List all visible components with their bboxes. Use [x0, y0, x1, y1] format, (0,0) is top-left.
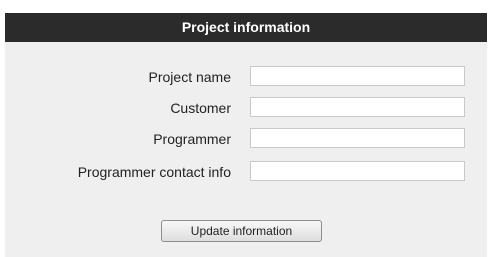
project-name-input[interactable]: [250, 66, 465, 86]
programmer-contact-input[interactable]: [250, 161, 465, 181]
programmer-contact-label: Programmer contact info: [77, 164, 231, 180]
customer-label: Customer: [170, 100, 231, 116]
panel-title: Project information: [5, 13, 487, 42]
project-info-panel: Project information Project name Custome…: [5, 13, 487, 257]
programmer-input[interactable]: [250, 128, 465, 148]
project-name-label: Project name: [148, 69, 231, 85]
programmer-label: Programmer: [153, 131, 231, 147]
update-information-button[interactable]: Update information: [161, 220, 322, 242]
form-row-customer: Customer: [5, 97, 487, 119]
form-row-project-name: Project name: [5, 66, 487, 88]
customer-input[interactable]: [250, 97, 465, 117]
form-row-programmer-contact: Programmer contact info: [5, 161, 487, 183]
form-row-programmer: Programmer: [5, 128, 487, 150]
